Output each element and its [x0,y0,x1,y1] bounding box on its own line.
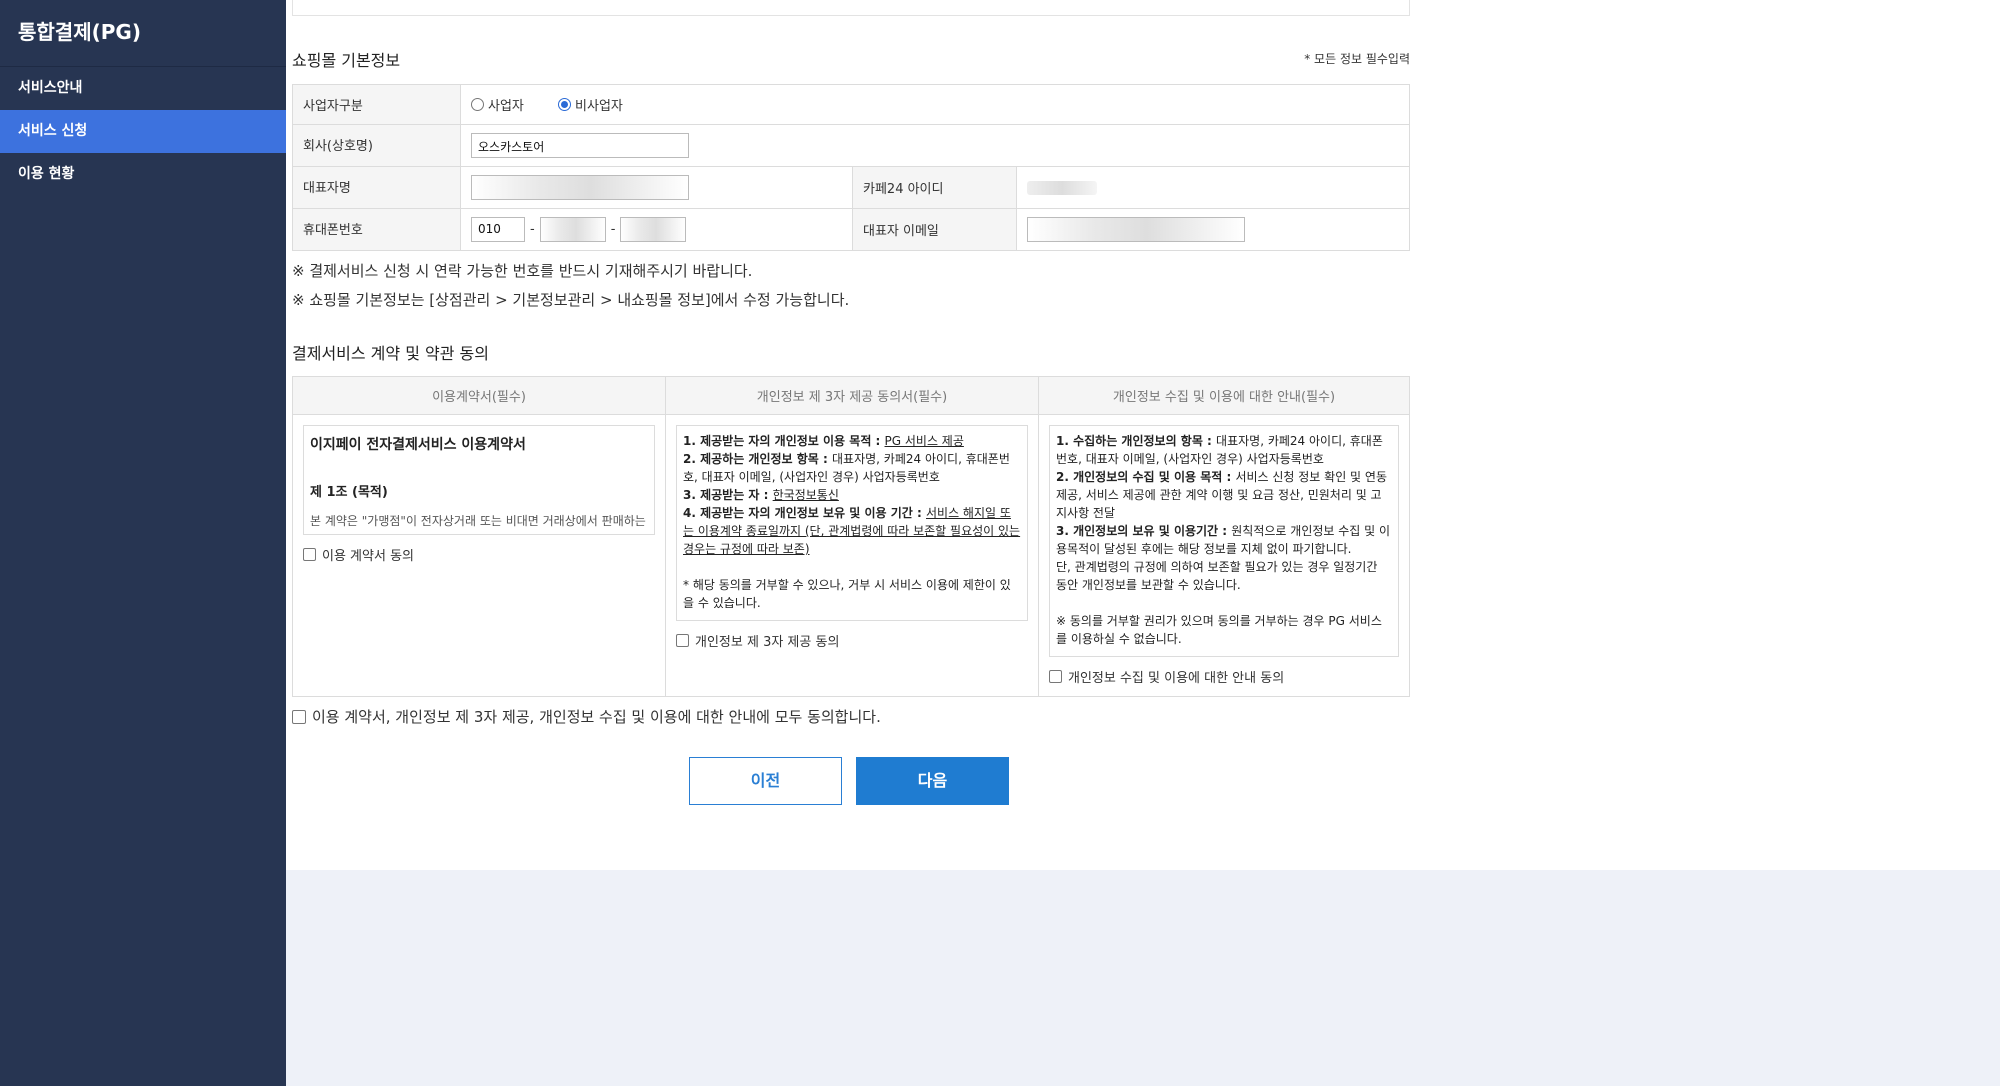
phone-last-input[interactable] [620,217,687,242]
all-agree-label: 이용 계약서, 개인정보 제 3자 제공, 개인정보 수집 및 이용에 대한 안… [312,708,881,726]
col-third-party-header: 개인정보 제 3자 제공 동의서(필수) [665,376,1039,415]
required-note: * 모든 정보 필수입력 [1304,52,1410,66]
sidebar-item-service-apply[interactable]: 서비스 신청 [0,110,286,153]
third-party-checkbox-square[interactable] [676,634,689,647]
contract-text: 본 계약은 "가맹점"이 전자상거래 또는 비대면 거래상에서 판매하는 [310,514,646,528]
business-type-options: 사업자 비사업자 [460,84,1410,125]
tp-note: * 해당 동의를 거부할 수 있으나, 거부 시 서비스 이용에 제한이 있을 … [683,578,1011,610]
phone-separator-2: - [610,222,616,237]
tp-item4-title: 4. 제공받는 자의 개인정보 보유 및 이용 기간 : [683,506,926,520]
contract-article: 제 1조 (목적) [310,485,388,500]
radio-business[interactable]: 사업자 [471,95,524,114]
all-agree-checkbox-square[interactable] [292,709,306,724]
tp-item1-value: PG 서비스 제공 [884,434,964,448]
sidebar-item-service-info[interactable]: 서비스안내 [0,67,286,110]
collection-checkbox-square[interactable] [1049,670,1062,683]
third-party-cell: 1. 제공받는 자의 개인정보 이용 목적 : PG 서비스 제공 2. 제공하… [665,414,1039,697]
phone-prefix-input[interactable]: 010 [471,217,525,242]
collection-cell: 1. 수집하는 개인정보의 항목 : 대표자명, 카페24 아이디, 휴대폰번호… [1038,414,1410,697]
next-button[interactable]: 다음 [856,757,1009,805]
cafe24-id-label: 카페24 아이디 [852,166,1017,209]
business-type-label: 사업자구분 [292,84,461,125]
ceo-name-label: 대표자명 [292,166,461,209]
collection-scroll-box[interactable]: 1. 수집하는 개인정보의 항목 : 대표자명, 카페24 아이디, 휴대폰번호… [1049,425,1399,657]
col-item1-title: 1. 수집하는 개인정보의 항목 : [1056,434,1217,448]
third-party-agree-checkbox[interactable]: 개인정보 제 3자 제공 동의 [676,631,1028,650]
radio-non-business-circle[interactable] [558,97,572,111]
col-collection-header: 개인정보 수집 및 이용에 대한 안내(필수) [1038,376,1410,415]
radio-non-business-label: 비사업자 [575,98,623,114]
phone-separator-1: - [530,222,535,237]
tp-item2-title: 2. 제공하는 개인정보 항목 : [683,452,832,466]
contract-heading: 이지페이 전자결제서비스 이용계약서 [310,437,526,453]
ceo-email-label: 대표자 이메일 [852,208,1017,251]
notice-edit-info: ※ 쇼핑몰 기본정보는 [상점관리 > 기본정보관리 > 내쇼핑몰 정보]에서 … [292,291,850,309]
main-content: 쇼핑몰 기본정보 * 모든 정보 필수입력 사업자구분 사업자 비사업자 회사(… [286,0,2000,870]
page-bottom-area [286,870,2000,1086]
col-item3-extra: 단, 관계법령의 규정에 의하여 보존할 필요가 있는 경우 일정기간 동안 개… [1056,560,1378,592]
cafe24-id-value [1027,180,1097,195]
ceo-email-input[interactable] [1027,217,1245,242]
sidebar: 통합결제(PG) 서비스안내 서비스 신청 이용 현황 [0,0,286,1086]
basic-info-table: 사업자구분 사업자 비사업자 회사(상호명) 오스카스토어 대표자명 카페24 … [292,84,1410,251]
contract-cell: 이지페이 전자결제서비스 이용계약서 제 1조 (목적) 본 계약은 "가맹점"… [292,414,666,697]
agreement-title: 결제서비스 계약 및 약관 동의 [292,344,489,363]
company-label: 회사(상호명) [292,124,461,167]
col-item3-title: 3. 개인정보의 보유 및 이용기간 : [1056,524,1232,538]
collection-checkbox-label: 개인정보 수집 및 이용에 대한 안내 동의 [1068,671,1285,686]
tp-item3-title: 3. 제공받는 자 : [683,488,773,502]
contract-agree-checkbox[interactable]: 이용 계약서 동의 [303,545,655,564]
third-party-scroll-box[interactable]: 1. 제공받는 자의 개인정보 이용 목적 : PG 서비스 제공 2. 제공하… [676,425,1028,621]
col-item2-title: 2. 개인정보의 수집 및 이용 목적 : [1056,470,1236,484]
radio-non-business[interactable]: 비사업자 [558,95,623,114]
sidebar-item-usage-status[interactable]: 이용 현황 [0,153,286,196]
tp-item1-title: 1. 제공받는 자의 개인정보 이용 목적 : [683,434,885,448]
collection-agree-checkbox[interactable]: 개인정보 수집 및 이용에 대한 안내 동의 [1049,667,1399,686]
notice-phone: ※ 결제서비스 신청 시 연락 가능한 번호를 반드시 기재해주시기 바랍니다. [292,262,753,280]
company-input[interactable]: 오스카스토어 [471,133,689,158]
col-note: ※ 동의를 거부할 권리가 있으며 동의를 거부하는 경우 PG 서비스를 이용… [1056,614,1382,646]
agreement-table: 이용계약서(필수) 개인정보 제 3자 제공 동의서(필수) 개인정보 수집 및… [292,376,1410,697]
sidebar-title: 통합결제(PG) [0,0,286,67]
prev-button[interactable]: 이전 [689,757,842,805]
contract-checkbox-square[interactable] [303,548,316,561]
basic-info-title: 쇼핑몰 기본정보 [292,51,401,70]
top-previous-section [292,0,1410,16]
radio-business-circle[interactable] [471,97,484,111]
contract-checkbox-label: 이용 계약서 동의 [322,549,414,564]
phone-middle-input[interactable] [539,217,606,242]
third-party-checkbox-label: 개인정보 제 3자 제공 동의 [695,635,840,650]
phone-label: 휴대폰번호 [292,208,461,251]
all-agree-checkbox[interactable]: 이용 계약서, 개인정보 제 3자 제공, 개인정보 수집 및 이용에 대한 안… [292,706,881,727]
col-contract-header: 이용계약서(필수) [292,376,666,415]
ceo-name-input[interactable] [471,175,689,200]
contract-scroll-box[interactable]: 이지페이 전자결제서비스 이용계약서 제 1조 (목적) 본 계약은 "가맹점"… [303,425,655,535]
tp-item3-value: 한국정보통신 [772,488,839,502]
radio-business-label: 사업자 [488,98,524,114]
